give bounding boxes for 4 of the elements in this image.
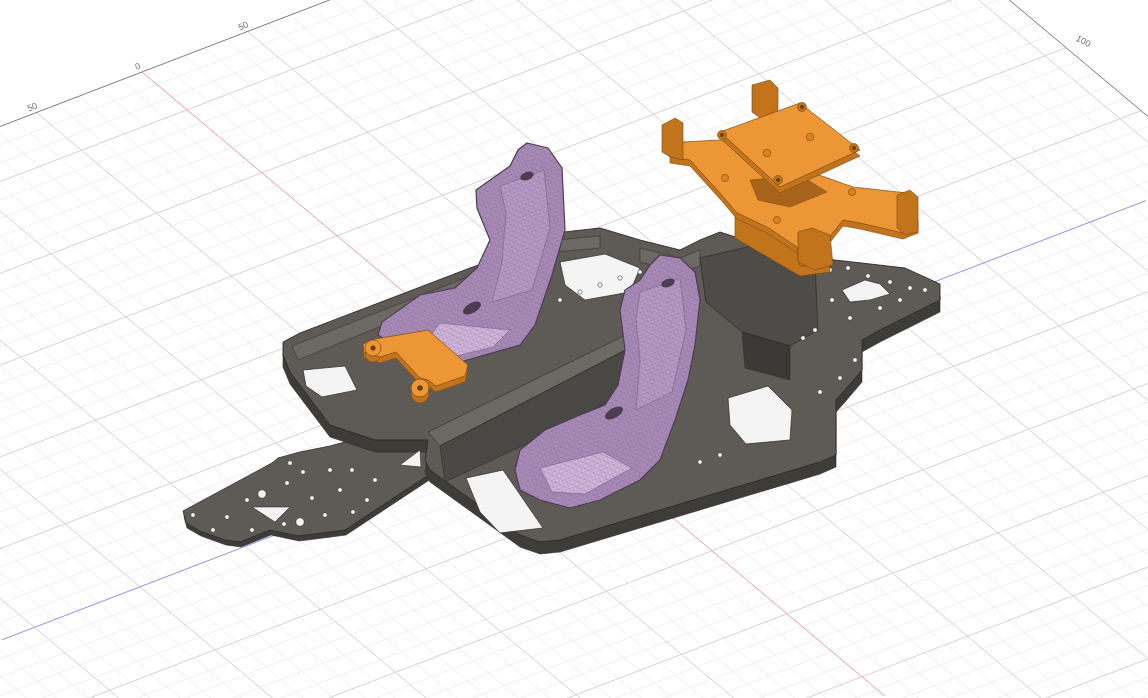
axis-label: 50 (236, 19, 250, 33)
axis-label: 0 (133, 60, 142, 72)
axis-label: 50 (25, 100, 39, 114)
axis-label: 100 (1074, 33, 1093, 50)
